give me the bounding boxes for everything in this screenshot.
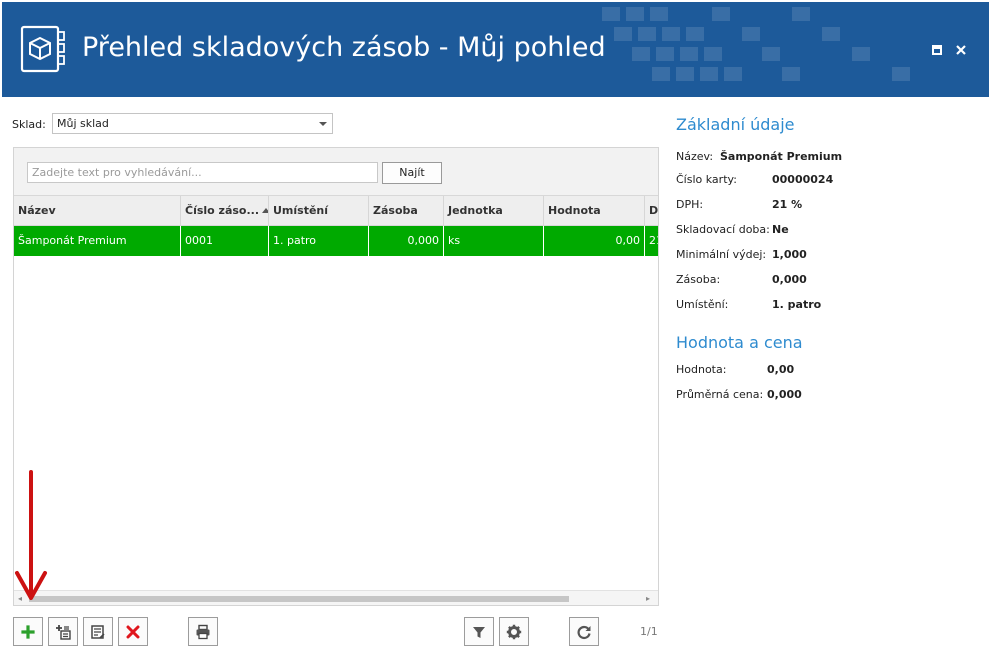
basic-info-heading: Základní údaje bbox=[676, 115, 795, 134]
cell-hodnota: 0,00 bbox=[544, 226, 645, 256]
column-header-hodnota[interactable]: Hodnota bbox=[544, 196, 645, 226]
cell-cislo: 0001 bbox=[181, 226, 269, 256]
detail-value: 1. patro bbox=[772, 298, 822, 311]
detail-label: Průměrná cena: bbox=[676, 388, 764, 401]
detail-label: Číslo karty: bbox=[676, 173, 737, 186]
search-button[interactable]: Najít bbox=[382, 162, 442, 184]
filter-icon bbox=[473, 627, 485, 638]
stock-grid: Zadejte text pro vyhledávání... Najít Ná… bbox=[13, 147, 659, 606]
refresh-button[interactable] bbox=[569, 617, 599, 646]
grid-header: Název Číslo záso... Umístění Zásoba Jedn… bbox=[14, 196, 658, 226]
detail-value: 21 % bbox=[772, 198, 803, 211]
search-input[interactable]: Zadejte text pro vyhledávání... bbox=[27, 162, 378, 183]
settings-button[interactable] bbox=[499, 617, 529, 646]
column-header-label: Hodnota bbox=[548, 204, 601, 217]
delete-button[interactable] bbox=[118, 617, 148, 646]
column-header-nazev[interactable]: Název bbox=[14, 196, 181, 226]
column-header-label: Název bbox=[18, 204, 56, 217]
cell-zasoba: 0,000 bbox=[369, 226, 444, 256]
column-header-cislo[interactable]: Číslo záso... bbox=[181, 196, 269, 226]
page-indicator: 1/1 bbox=[640, 625, 658, 638]
column-header-umisteni[interactable]: Umístění bbox=[269, 196, 369, 226]
detail-value: 0,00 bbox=[767, 363, 795, 376]
detail-value: 0,000 bbox=[767, 388, 802, 401]
close-icon[interactable] bbox=[953, 42, 969, 58]
value-price-heading: Hodnota a cena bbox=[676, 333, 803, 352]
column-header-label: Umístění bbox=[273, 204, 329, 217]
detail-value: Ne bbox=[772, 223, 789, 236]
settings-icon bbox=[506, 624, 522, 640]
cell-d: 21 bbox=[649, 234, 658, 247]
detail-value: Šamponát Premium bbox=[720, 150, 843, 163]
scrollbar-thumb[interactable] bbox=[29, 596, 569, 602]
detail-value: 1,000 bbox=[772, 248, 807, 261]
edit-button[interactable] bbox=[83, 617, 113, 646]
detail-label: Minimální výdej: bbox=[676, 248, 767, 261]
sklad-dropdown[interactable]: Můj sklad bbox=[52, 113, 333, 134]
edit-icon bbox=[91, 625, 105, 639]
add-icon bbox=[21, 625, 35, 639]
column-header-label: Zásoba bbox=[373, 204, 418, 217]
detail-label: Skladovací doba: bbox=[676, 223, 770, 236]
title-bar: Přehled skladových zásob - Můj pohled bbox=[2, 2, 989, 97]
add-multiple-icon bbox=[56, 625, 71, 640]
print-icon bbox=[196, 624, 210, 640]
detail-label: DPH: bbox=[676, 198, 704, 211]
sklad-value: Můj sklad bbox=[57, 117, 109, 130]
scroll-right-icon[interactable]: ▸ bbox=[646, 595, 650, 603]
detail-value: 00000024 bbox=[772, 173, 834, 186]
sklad-label: Sklad: bbox=[12, 118, 46, 131]
maximize-icon[interactable] bbox=[929, 42, 945, 58]
refresh-icon bbox=[577, 625, 591, 640]
stock-box-icon bbox=[20, 25, 65, 73]
column-header-label: Číslo záso... bbox=[185, 204, 260, 217]
detail-label: Hodnota: bbox=[676, 363, 727, 376]
stock-overview-window: Přehled skladových zásob - Můj pohled Sk… bbox=[0, 0, 991, 658]
print-button[interactable] bbox=[188, 617, 218, 646]
delete-icon bbox=[126, 625, 140, 639]
annotation-arrow-icon bbox=[15, 470, 47, 600]
detail-label: Název: bbox=[676, 150, 714, 163]
sort-ascending-icon bbox=[262, 208, 268, 213]
chevron-down-icon bbox=[319, 122, 327, 126]
cell-nazev: Šamponát Premium bbox=[14, 226, 181, 256]
column-header-zasoba[interactable]: Zásoba bbox=[369, 196, 444, 226]
search-bar: Zadejte text pro vyhledávání... Najít bbox=[14, 148, 658, 196]
filter-button[interactable] bbox=[464, 617, 494, 646]
column-header-label: Jednotka bbox=[448, 204, 503, 217]
add-multiple-button[interactable] bbox=[48, 617, 78, 646]
cell-umisteni: 1. patro bbox=[269, 226, 369, 256]
horizontal-scrollbar[interactable]: ◂ ▸ bbox=[14, 590, 658, 605]
table-row[interactable]: Šamponát Premium 0001 1. patro 0,000 ks … bbox=[14, 226, 658, 256]
column-header-d[interactable]: D bbox=[645, 196, 659, 226]
column-header-jednotka[interactable]: Jednotka bbox=[444, 196, 544, 226]
detail-value: 0,000 bbox=[772, 273, 807, 286]
window-title: Přehled skladových zásob - Můj pohled bbox=[82, 32, 606, 63]
detail-label: Zásoba: bbox=[676, 273, 721, 286]
add-button[interactable] bbox=[13, 617, 43, 646]
detail-label: Umístění: bbox=[676, 298, 729, 311]
column-header-label: D bbox=[649, 204, 659, 217]
cell-jednotka: ks bbox=[444, 226, 544, 256]
